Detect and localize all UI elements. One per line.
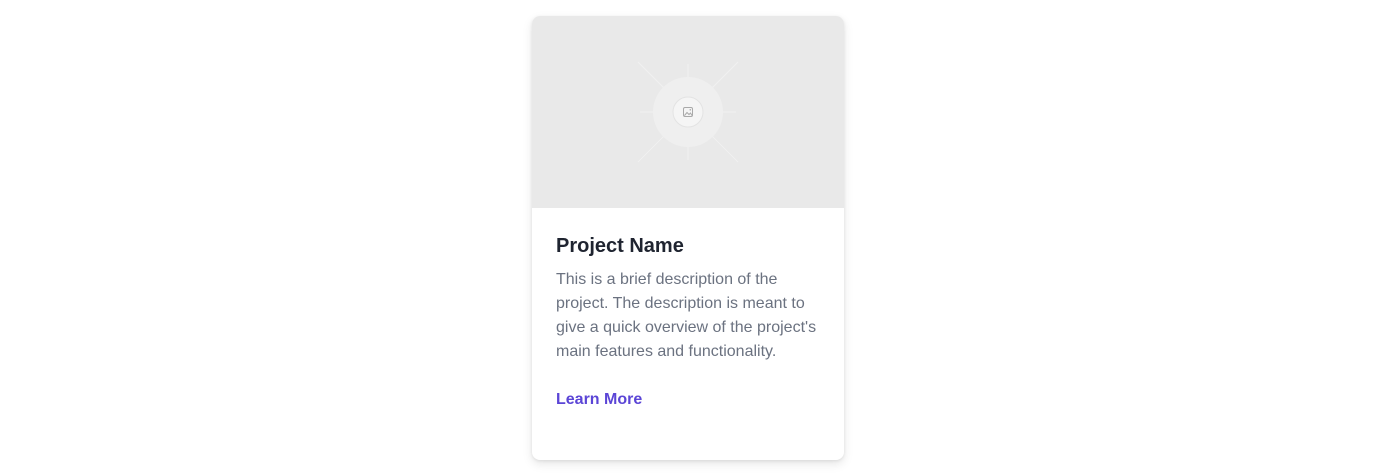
project-title: Project Name [556,235,684,257]
project-description: This is a brief description of the proje… [556,271,817,360]
learn-more-link[interactable]: Learn More [556,388,642,412]
project-image-placeholder [532,16,844,208]
page: Project Name This is a brief description… [0,0,1376,476]
image-placeholder-graphic [637,61,739,163]
project-card: Project Name This is a brief description… [532,16,844,460]
card-body: Project Name This is a brief description… [532,208,844,412]
